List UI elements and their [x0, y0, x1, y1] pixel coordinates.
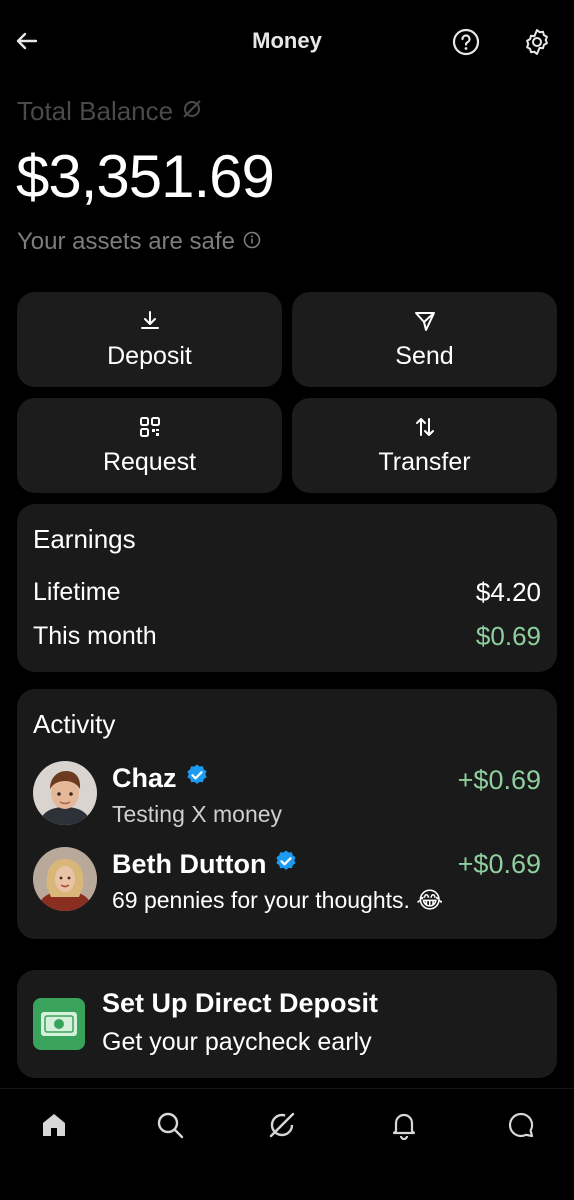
person-name[interactable]: Chaz [112, 763, 209, 794]
direct-deposit-title: Set Up Direct Deposit [102, 988, 379, 1018]
download-icon [137, 308, 163, 334]
balance-label: Total Balance [17, 96, 203, 127]
earnings-card: Earnings Lifetime $4.20 This month $0.69 [17, 504, 557, 672]
this-month-label: This month [33, 622, 157, 650]
chat-bubble-icon[interactable] [503, 1107, 539, 1143]
transfer-button[interactable]: Transfer [292, 398, 557, 493]
person-name-text: Beth Dutton [112, 849, 267, 879]
transfer-label: Transfer [378, 448, 471, 476]
deposit-button[interactable]: Deposit [17, 292, 282, 387]
top-bar: Money [0, 0, 574, 86]
send-label: Send [395, 342, 454, 370]
activity-card: Activity Chaz Testing X money +$0.69 Bet… [17, 689, 557, 939]
activity-amount: +$0.69 [457, 849, 541, 879]
balance-amount: $3,351.69 [16, 143, 275, 210]
send-button[interactable]: Send [292, 292, 557, 387]
lifetime-value: $4.20 [475, 577, 541, 607]
verified-badge-icon [274, 849, 298, 880]
search-icon[interactable] [152, 1107, 188, 1143]
swap-arrows-icon [412, 414, 438, 440]
request-button[interactable]: Request [17, 398, 282, 493]
send-icon [412, 308, 438, 334]
activity-message: 69 pennies for your thoughts. 😂 [112, 887, 444, 913]
safe-note: Your assets are safe [17, 228, 261, 256]
person-name-text: Chaz [112, 763, 177, 793]
grok-icon[interactable] [264, 1107, 300, 1143]
bell-icon[interactable] [386, 1107, 422, 1143]
direct-deposit-card[interactable]: Set Up Direct Deposit Get your paycheck … [17, 970, 557, 1078]
earnings-title: Earnings [33, 524, 136, 554]
activity-title: Activity [33, 709, 116, 739]
deposit-label: Deposit [107, 342, 192, 370]
this-month-value: $0.69 [475, 621, 541, 651]
activity-amount: +$0.69 [457, 765, 541, 795]
balance-label-text: Total Balance [17, 96, 174, 126]
question-circle-icon[interactable] [451, 27, 481, 57]
safe-note-text: Your assets are safe [17, 228, 235, 255]
eye-slash-icon[interactable] [181, 96, 203, 127]
direct-deposit-subtitle: Get your paycheck early [102, 1028, 372, 1056]
person-name[interactable]: Beth Dutton [112, 849, 298, 880]
gear-icon[interactable] [522, 27, 552, 57]
home-icon[interactable] [36, 1107, 72, 1143]
qr-code-icon [137, 414, 163, 440]
request-label: Request [102, 448, 197, 476]
page-title: Money [252, 28, 322, 53]
activity-message: Testing X money [112, 801, 283, 827]
cash-icon [33, 998, 85, 1050]
avatar[interactable] [33, 761, 97, 825]
verified-badge-icon [185, 763, 209, 794]
avatar[interactable] [33, 847, 97, 911]
info-icon[interactable] [243, 228, 261, 256]
lifetime-label: Lifetime [33, 578, 121, 606]
bottom-nav [0, 1088, 574, 1200]
